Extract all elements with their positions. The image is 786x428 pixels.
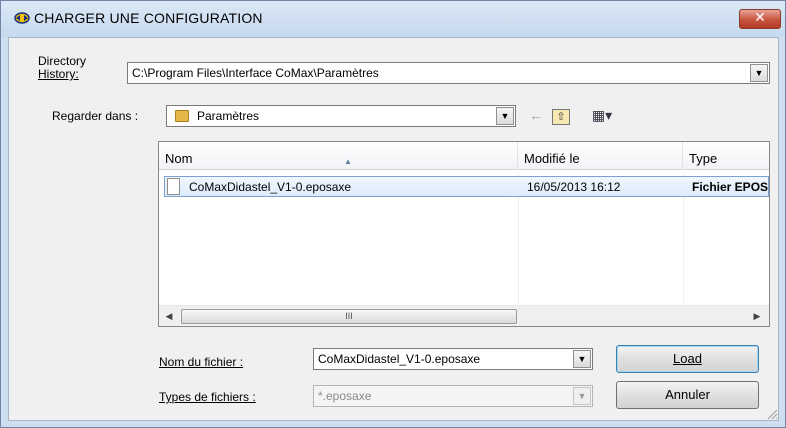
file-list-header: ▲ Nom Modifié le Type xyxy=(159,142,769,170)
window-title: CHARGER UNE CONFIGURATION xyxy=(34,10,263,26)
look-in-label: Regarder dans : xyxy=(52,109,139,123)
directory-history-label-line2: History: xyxy=(38,67,79,81)
app-icon xyxy=(14,12,30,24)
dialog-body: Directory History: C:\Program Files\Inte… xyxy=(8,37,779,421)
scrollbar-thumb[interactable]: III xyxy=(181,309,517,324)
resize-grip-icon[interactable] xyxy=(766,408,778,420)
file-name-label-text: Nom du fichier : xyxy=(159,355,244,369)
file-types-label-text: Types de fichiers : xyxy=(159,390,256,404)
file-name-label: Nom du fichier : xyxy=(159,355,243,369)
column-header-modified-label: Modifié le xyxy=(524,151,580,166)
file-modified-cell: 16/05/2013 16:12 xyxy=(527,180,621,194)
chevron-down-icon[interactable]: ▼ xyxy=(573,350,591,368)
up-folder-icon[interactable]: ⇧ xyxy=(552,109,570,125)
cancel-button[interactable]: Annuler xyxy=(616,381,759,409)
directory-history-label-line1: Directory xyxy=(38,54,87,68)
chevron-down-icon: ▼ xyxy=(573,387,591,405)
cancel-button-label: Annuler xyxy=(665,387,710,402)
folder-icon xyxy=(175,110,189,122)
chevron-down-icon[interactable]: ▼ xyxy=(496,107,514,125)
grip-icon: III xyxy=(345,311,353,321)
column-header-type-label: Type xyxy=(689,151,718,166)
close-icon: ✕ xyxy=(754,10,766,26)
view-menu-icon[interactable]: ▦▾ xyxy=(585,106,619,126)
file-types-combo: *.eposaxe ▼ xyxy=(313,385,593,407)
directory-history-combo[interactable]: C:\Program Files\Interface CoMax\Paramèt… xyxy=(127,62,770,84)
sort-ascending-icon: ▲ xyxy=(344,157,352,166)
load-button-label: Load xyxy=(673,351,702,366)
column-header-name-label: Nom xyxy=(165,151,193,166)
dialog-window: CHARGER UNE CONFIGURATION ✕ Directory Hi… xyxy=(0,0,786,428)
file-name-value: CoMaxDidastel_V1-0.eposaxe xyxy=(318,352,481,366)
look-in-combo[interactable]: Paramètres ▼ xyxy=(166,105,516,127)
column-header-type[interactable]: Type xyxy=(683,142,769,170)
scroll-right-icon[interactable]: ▶ xyxy=(749,308,765,324)
file-row[interactable]: CoMaxDidastel_V1-0.eposaxe 16/05/2013 16… xyxy=(164,176,769,197)
scroll-left-icon[interactable]: ◀ xyxy=(161,308,177,324)
directory-history-value: C:\Program Files\Interface CoMax\Paramèt… xyxy=(132,66,379,80)
file-type-cell: Fichier EPOSAXE xyxy=(692,180,768,194)
directory-history-label: Directory History: xyxy=(38,55,86,81)
look-in-value: Paramètres xyxy=(197,109,260,123)
file-name-combo[interactable]: CoMaxDidastel_V1-0.eposaxe ▼ xyxy=(313,348,593,370)
column-header-modified[interactable]: Modifié le xyxy=(518,142,683,170)
file-icon xyxy=(167,178,180,195)
close-button[interactable]: ✕ xyxy=(739,9,781,29)
file-name-cell: CoMaxDidastel_V1-0.eposaxe xyxy=(189,180,352,194)
horizontal-scrollbar[interactable]: ◀ III ▶ xyxy=(159,305,769,326)
file-types-label: Types de fichiers : xyxy=(159,390,256,404)
load-button[interactable]: Load xyxy=(616,345,759,373)
file-types-value: *.eposaxe xyxy=(318,389,372,403)
back-arrow-icon[interactable]: ← xyxy=(525,106,547,126)
chevron-down-icon[interactable]: ▼ xyxy=(750,64,768,82)
file-list[interactable]: ▲ Nom Modifié le Type CoMaxDidastel_V1-0… xyxy=(158,141,770,327)
title-bar[interactable]: CHARGER UNE CONFIGURATION ✕ xyxy=(1,1,785,37)
column-header-name[interactable]: ▲ Nom xyxy=(159,142,518,170)
